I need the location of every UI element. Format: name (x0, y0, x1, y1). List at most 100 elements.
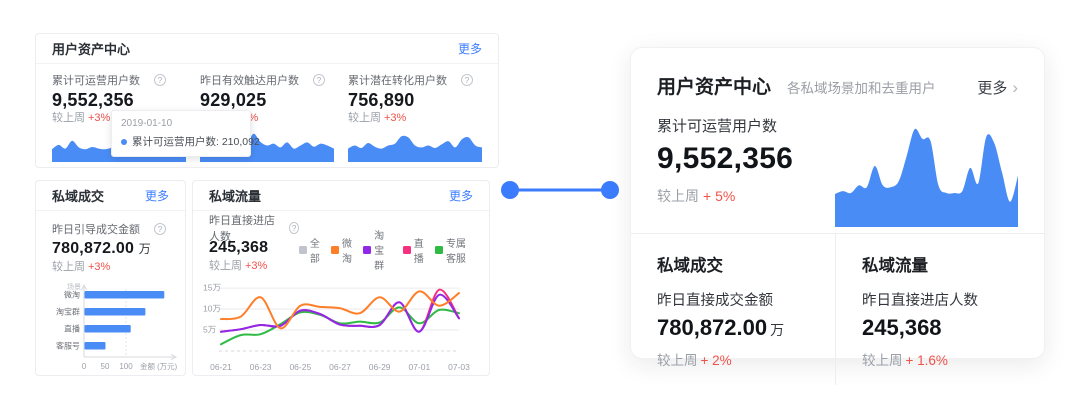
delta-value: +3% (88, 261, 110, 273)
chart-legend: 全部 微淘 淘宝群 直播 专属客服 (299, 223, 473, 276)
traffic-line-chart[interactable]: 15万10万5万06-2106-2306-2506-2706-2907-0107… (203, 278, 475, 375)
card-header: 用户资产中心 更多 (36, 34, 498, 64)
card-title: 用户资产中心 (657, 72, 771, 99)
metric-value: 245,368 (862, 315, 1044, 341)
svg-text:0: 0 (82, 362, 87, 371)
more-link[interactable]: 更多 › (977, 77, 1018, 98)
svg-text:50: 50 (101, 362, 110, 371)
section-title: 私域成交 (657, 252, 835, 276)
metric-delta: 较上周+ 1.6% (862, 349, 1044, 369)
svg-text:微淘: 微淘 (64, 290, 80, 300)
metric-potential-users: 累计潜在转化用户数 ? 756,890 较上周+3% (348, 72, 482, 162)
help-icon[interactable]: ? (461, 74, 473, 86)
metric-label: 昨日有效触达用户数 (200, 72, 299, 88)
svg-text:客服号: 客服号 (56, 341, 80, 351)
svg-text:07-03: 07-03 (448, 362, 470, 372)
legend-item-weitao[interactable]: 微淘 (331, 223, 354, 276)
svg-text:淘宝群: 淘宝群 (56, 307, 80, 317)
metric-label: 昨日直接进店人数 (862, 289, 1044, 310)
tooltip-date: 2019-01-10 (121, 117, 241, 130)
metric-value: 780,872.00 万 (52, 238, 171, 260)
metric-delta: 较上周+ 5% (657, 186, 835, 206)
legend-item-all[interactable]: 全部 (299, 223, 322, 276)
card-header: 用户资产中心 各私域场景加和去重用户 更多 › (631, 48, 1044, 99)
metric-label: 昨日引导成交金额 (52, 221, 140, 237)
help-icon[interactable]: ? (313, 74, 325, 86)
card-title: 用户资产中心 (52, 39, 130, 58)
card-title: 私域成交 (52, 186, 104, 205)
svg-text:直播: 直播 (64, 324, 80, 334)
zoom-top-section: 累计可运营用户数 9,552,356 较上周+ 5% (631, 99, 1044, 227)
metric-label: 累计可运营用户数 (657, 115, 835, 136)
tooltip-text: 累计可运营用户数: 210,092 (132, 134, 260, 149)
card-header: 私域成交 更多 (36, 181, 185, 211)
metric-value: 780,872.00万 (657, 315, 835, 341)
svg-text:06-25: 06-25 (289, 362, 311, 372)
card-header: 私域流量 更多 (193, 181, 489, 211)
sales-bar-chart[interactable]: 场景微淘淘宝群直播客服号050100金额 (万元) (48, 281, 183, 375)
metric-label-row: 昨日有效触达用户数 ? (200, 72, 334, 88)
traffic-top-row: 昨日直接进店人数 ? 245,368 较上周+3% 全部 微淘 淘宝群 直播 专… (209, 220, 473, 276)
value-unit: 万 (770, 322, 784, 338)
zoom-chart-wrap (835, 103, 1018, 227)
metric-delta: 较上周+3% (348, 111, 482, 126)
value-unit: 万 (139, 242, 151, 256)
delta-value: +3% (384, 112, 406, 124)
traffic-metric: 昨日直接进店人数 ? 245,368 较上周+3% (209, 220, 299, 276)
card-body: 昨日直接进店人数 ? 245,368 较上周+3% 全部 微淘 淘宝群 直播 专… (193, 211, 489, 375)
help-icon[interactable]: ? (154, 74, 166, 86)
delta-value: +3% (245, 260, 267, 272)
more-link[interactable]: 更多 (458, 40, 482, 57)
legend-swatch-icon (435, 246, 443, 254)
metric-label-row: 累计可运营用户数 ? (52, 72, 186, 88)
zoomed-assets-card: 用户资产中心 各私域场景加和去重用户 更多 › 累计可运营用户数 9,552,3… (630, 47, 1045, 359)
metric-label: 累计可运营用户数 (52, 72, 140, 88)
metric-value: 9,552,356 (657, 142, 835, 176)
more-link[interactable]: 更多 (145, 187, 169, 204)
user-assets-card: 用户资产中心 更多 累计可运营用户数 ? 9,552,356 较上周+3% 昨日… (35, 33, 499, 168)
legend-item-live[interactable]: 直播 (403, 223, 426, 276)
chart-tooltip: 2019-01-10 累计可运营用户数: 210,092 (111, 110, 251, 157)
svg-text:06-27: 06-27 (329, 362, 351, 372)
svg-text:金额 (万元): 金额 (万元) (140, 361, 178, 371)
svg-text:100: 100 (119, 362, 133, 371)
private-sales-card: 私域成交 更多 昨日引导成交金额 ? 780,872.00 万 较上周+3% 场… (35, 180, 186, 376)
metric-delta: 较上周+3% (52, 260, 171, 275)
card-body: 昨日引导成交金额 ? 780,872.00 万 较上周+3% 场景微淘淘宝群直播… (36, 211, 185, 375)
section-title: 私域流量 (862, 252, 1044, 276)
metric-value: 9,552,356 (52, 89, 186, 111)
help-icon[interactable]: ? (154, 223, 166, 235)
legend-item-exclusive-cs[interactable]: 专属客服 (435, 223, 473, 276)
more-link[interactable]: 更多 (449, 187, 473, 204)
svg-text:5万: 5万 (203, 325, 216, 335)
metric-label-row: 累计潜在转化用户数 ? (348, 72, 482, 88)
metric-value: 929,025 (200, 89, 334, 111)
private-traffic-card: 私域流量 更多 昨日直接进店人数 ? 245,368 较上周+3% 全部 微淘 … (192, 180, 490, 376)
connector-dot-icon (501, 181, 519, 199)
card-title: 私域流量 (209, 186, 261, 205)
legend-item-taobao-group[interactable]: 淘宝群 (363, 223, 394, 276)
zoom-col-traffic: 私域流量 昨日直接进店人数 245,368 较上周+ 1.6% (835, 234, 1044, 385)
zoom-bottom-section: 私域成交 昨日直接成交金额 780,872.00万 较上周+ 2% 私域流量 昨… (631, 233, 1044, 385)
metric-value: 756,890 (348, 89, 482, 111)
delta-value: +3% (88, 112, 110, 124)
svg-text:10万: 10万 (203, 304, 221, 314)
metric-label-row: 昨日直接进店人数 ? (209, 220, 299, 236)
metric-label: 累计潜在转化用户数 (348, 72, 447, 88)
sparkline-chart[interactable] (348, 128, 482, 162)
svg-text:06-29: 06-29 (369, 362, 391, 372)
card-subtitle: 各私域场景加和去重用户 (787, 77, 977, 97)
legend-swatch-icon (363, 246, 371, 254)
delta-value: + 2% (701, 353, 732, 368)
tooltip-row: 累计可运营用户数: 210,092 (121, 134, 241, 149)
legend-swatch-icon (331, 246, 339, 254)
legend-swatch-icon (299, 246, 307, 254)
assets-area-chart[interactable] (835, 127, 1018, 227)
metric-label-row: 昨日引导成交金额 ? (52, 221, 171, 237)
svg-text:06-21: 06-21 (210, 362, 232, 372)
svg-text:15万: 15万 (203, 283, 221, 293)
series-dot-icon (121, 139, 127, 145)
metric-delta: 较上周+3% (209, 259, 299, 274)
help-icon[interactable]: ? (289, 222, 299, 234)
svg-text:06-23: 06-23 (250, 362, 272, 372)
